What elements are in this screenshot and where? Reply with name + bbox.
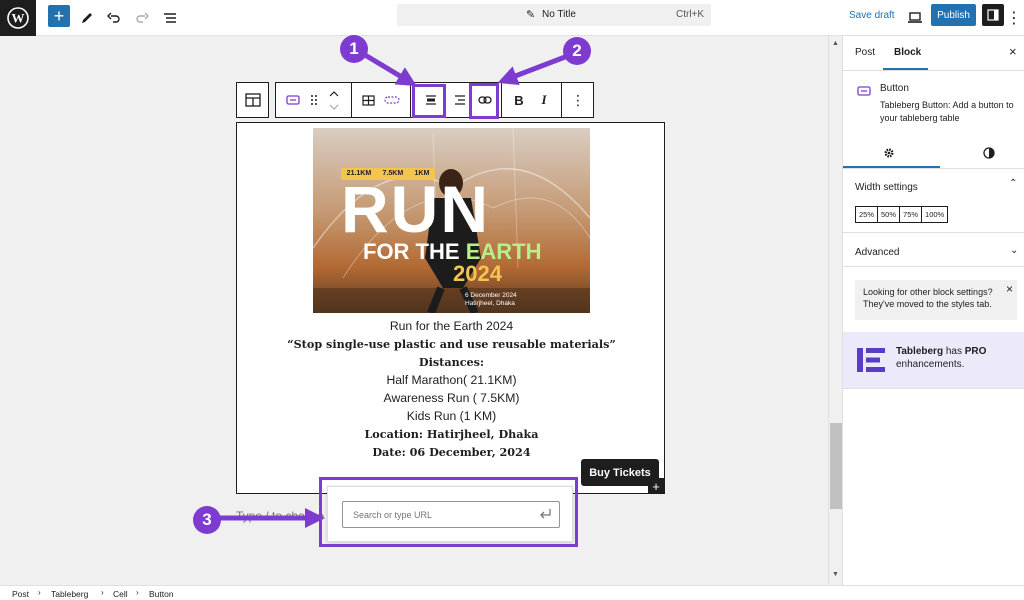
breadcrumb-separator-icon: › [136, 588, 139, 597]
save-draft-button[interactable]: Save draft [849, 10, 895, 21]
divider [843, 388, 1024, 389]
divider [843, 168, 1024, 169]
collapse-chevron-up-icon[interactable]: ⌃ [1009, 178, 1017, 189]
scrollbar-thumb[interactable] [830, 423, 842, 509]
notice-text: Looking for other block settings? They'v… [863, 287, 993, 309]
canvas-scrollbar[interactable]: ▲ ▼ [828, 36, 842, 585]
button-block-icon [857, 83, 871, 101]
breadcrumb-cell[interactable]: Cell [113, 589, 128, 599]
width-option-75[interactable]: 75% [899, 206, 923, 223]
annotation-badge-3: 3 [193, 506, 221, 534]
pro-word: PRO [964, 346, 987, 357]
width-options-group: 25% 50% 75% 100% [855, 206, 949, 223]
tab-block[interactable]: Block [894, 47, 921, 58]
breadcrumb-button[interactable]: Button [149, 589, 174, 599]
styles-contrast-icon[interactable] [983, 146, 995, 164]
divider [843, 232, 1024, 233]
notice-close-icon[interactable]: × [1006, 283, 1013, 295]
settings-gear-icon[interactable] [883, 146, 895, 164]
width-settings-title[interactable]: Width settings [855, 182, 918, 193]
tableberg-logo-icon [857, 348, 885, 372]
block-name: Button [880, 83, 909, 94]
tableberg-pro-banner[interactable]: Tableberg has PRO enhancements. [843, 332, 1024, 388]
width-option-100[interactable]: 100% [921, 206, 949, 223]
expand-chevron-down-icon[interactable]: ⌄ [1010, 245, 1018, 256]
block-description: Tableberg Button: Add a button to your t… [880, 100, 1014, 123]
scroll-down-icon[interactable]: ▼ [832, 571, 839, 578]
width-option-50[interactable]: 50% [877, 206, 901, 223]
breadcrumb: Post › Tableberg › Cell › Button [0, 585, 1024, 600]
breadcrumb-separator-icon: › [101, 588, 104, 597]
divider [843, 70, 1024, 71]
close-icon[interactable]: × [1009, 44, 1017, 59]
advanced-title[interactable]: Advanced [855, 247, 899, 258]
pro-brand: Tableberg [896, 346, 944, 357]
breadcrumb-separator-icon: › [38, 588, 41, 597]
settings-moved-notice: Looking for other block settings? They'v… [855, 280, 1017, 320]
pro-banner-text: Tableberg has PRO enhancements. [896, 345, 1021, 371]
settings-sidebar: Post Block × Button Tableberg Button: Ad… [842, 36, 1024, 585]
settings-sidebar-toggle-icon[interactable] [982, 4, 1004, 26]
breadcrumb-tableberg[interactable]: Tableberg [51, 589, 88, 599]
breadcrumb-post[interactable]: Post [12, 589, 29, 599]
preview-laptop-icon[interactable] [903, 6, 927, 30]
annotation-arrows [218, 52, 566, 528]
annotation-badge-1: 1 [340, 35, 368, 63]
options-more-icon[interactable]: ⋮ [1002, 6, 1024, 30]
tab-post[interactable]: Post [855, 47, 875, 58]
pro-has: has [943, 346, 965, 357]
pro-rest: enhancements. [896, 359, 965, 370]
divider [843, 266, 1024, 267]
publish-button[interactable]: Publish [931, 4, 976, 26]
width-option-25[interactable]: 25% [855, 206, 879, 223]
annotation-badge-2: 2 [563, 37, 591, 65]
scroll-up-icon[interactable]: ▲ [832, 40, 839, 47]
